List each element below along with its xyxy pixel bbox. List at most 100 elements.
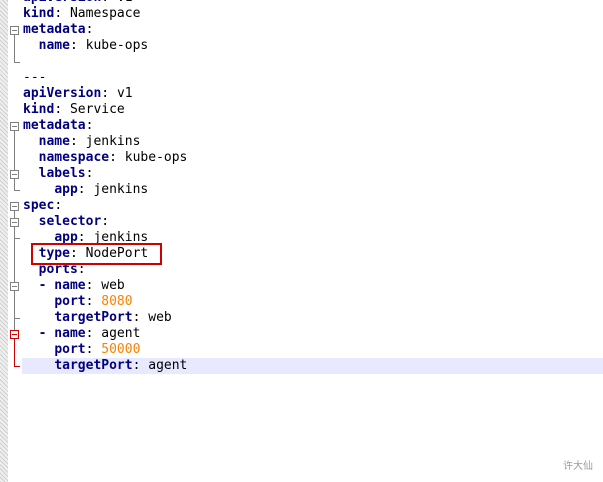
yaml-value: kube-ops: [124, 150, 188, 165]
code-line[interactable]: app: jenkins: [22, 182, 603, 198]
yaml-number-value: 8080: [101, 294, 133, 309]
fold-toggle-icon[interactable]: [10, 122, 19, 131]
yaml-separator: :: [85, 22, 94, 37]
yaml-key: - name: [38, 278, 86, 293]
code-text: kind: Namespace: [23, 6, 140, 22]
yaml-separator: :: [85, 342, 102, 357]
code-editor[interactable]: apiVersion: v1kind: Namespacemetadata: n…: [22, 0, 603, 482]
yaml-key: app: [54, 182, 78, 197]
yaml-separator: :: [85, 326, 102, 341]
code-text: port: 8080: [23, 294, 133, 310]
code-text: - name: agent: [23, 326, 141, 342]
fold-gutter: [8, 0, 22, 482]
code-line[interactable]: labels:: [22, 166, 603, 182]
yaml-separator: :: [132, 310, 149, 325]
code-line[interactable]: targetPort: web: [22, 310, 603, 326]
yaml-value: kube-ops: [85, 38, 149, 53]
watermark: 许大仙: [563, 461, 593, 472]
fold-end-marker: [14, 62, 20, 63]
code-text: ---: [23, 70, 46, 86]
fold-guide-active: [14, 339, 15, 366]
yaml-separator: :: [85, 278, 102, 293]
code-text: - name: web: [23, 278, 125, 294]
code-text: name: jenkins: [23, 134, 141, 150]
yaml-key: ---: [23, 70, 47, 85]
fold-toggle-icon[interactable]: [10, 26, 19, 35]
code-line[interactable]: spec:: [22, 198, 603, 214]
code-line[interactable]: kind: Service: [22, 102, 603, 118]
yaml-separator: :: [109, 150, 125, 165]
yaml-key: metadata: [23, 118, 86, 133]
yaml-separator: :: [69, 38, 86, 53]
fold-toggle-icon[interactable]: [10, 202, 19, 211]
yaml-separator: :: [101, 214, 110, 229]
yaml-separator: :: [132, 358, 149, 373]
yaml-key: - name: [38, 326, 86, 341]
yaml-key: apiVersion: [23, 0, 101, 5]
fold-end-marker: [14, 190, 20, 191]
code-line[interactable]: apiVersion: v1: [22, 86, 603, 102]
code-line[interactable]: - name: agent: [22, 326, 603, 342]
yaml-key: apiVersion: [23, 86, 102, 101]
fold-toggle-icon[interactable]: [10, 170, 19, 179]
fold-end-marker: [14, 238, 20, 239]
code-line[interactable]: port: 50000: [22, 342, 603, 358]
code-line[interactable]: port: 8080: [22, 294, 603, 310]
yaml-key: selector: [38, 214, 102, 229]
yaml-value: agent: [148, 358, 188, 373]
code-text: kind: Service: [23, 102, 125, 118]
yaml-key: spec: [23, 198, 55, 213]
fold-guide: [14, 35, 15, 62]
yaml-key: metadata: [23, 22, 86, 37]
code-line-current[interactable]: targetPort: agent: [22, 358, 603, 374]
yaml-separator: :: [77, 182, 94, 197]
yaml-key: name: [38, 38, 70, 53]
yaml-separator: :: [54, 6, 70, 21]
yaml-separator: :: [85, 294, 102, 309]
code-line[interactable]: metadata:: [22, 22, 603, 38]
yaml-separator: :: [54, 198, 63, 213]
code-line[interactable]: [22, 54, 603, 70]
code-text: namespace: kube-ops: [23, 150, 188, 166]
yaml-value: agent: [101, 326, 141, 341]
annotation-highlight-box: [31, 243, 162, 265]
yaml-key: targetPort: [54, 358, 133, 373]
code-text: name: kube-ops: [23, 38, 149, 54]
code-line[interactable]: ---: [22, 70, 603, 86]
code-text: targetPort: web: [23, 310, 172, 326]
code-text: labels:: [23, 166, 94, 182]
yaml-number-value: 50000: [101, 342, 141, 357]
fold-toggle-icon[interactable]: [10, 218, 19, 227]
code-line[interactable]: metadata:: [22, 118, 603, 134]
yaml-key: port: [54, 342, 86, 357]
code-line[interactable]: namespace: kube-ops: [22, 150, 603, 166]
yaml-key: kind: [23, 6, 55, 21]
yaml-value: v1: [117, 0, 133, 5]
code-text: selector:: [23, 214, 109, 230]
yaml-separator: :: [85, 166, 94, 181]
yaml-key: kind: [23, 102, 55, 117]
code-line[interactable]: name: kube-ops: [22, 38, 603, 54]
margin-hatch: [0, 0, 8, 482]
code-text: metadata:: [23, 118, 93, 134]
fold-toggle-active-icon[interactable]: [10, 330, 19, 339]
fold-end-active-marker: [14, 366, 20, 367]
yaml-value: Namespace: [69, 6, 141, 21]
yaml-separator: :: [54, 102, 70, 117]
code-text: metadata:: [23, 22, 93, 38]
yaml-value: Service: [69, 102, 125, 117]
yaml-value: jenkins: [93, 182, 149, 197]
yaml-key: labels: [38, 166, 86, 181]
code-line[interactable]: selector:: [22, 214, 603, 230]
fold-toggle-icon[interactable]: [10, 282, 19, 291]
yaml-separator: :: [101, 0, 117, 5]
code-text: spec:: [23, 198, 62, 214]
fold-guide: [14, 131, 15, 190]
code-line[interactable]: name: jenkins: [22, 134, 603, 150]
code-text: targetPort: agent: [23, 358, 187, 374]
code-line[interactable]: kind: Namespace: [22, 6, 603, 22]
yaml-value: web: [148, 310, 172, 325]
yaml-value: web: [101, 278, 125, 293]
code-line[interactable]: - name: web: [22, 278, 603, 294]
code-text: app: jenkins: [23, 182, 148, 198]
